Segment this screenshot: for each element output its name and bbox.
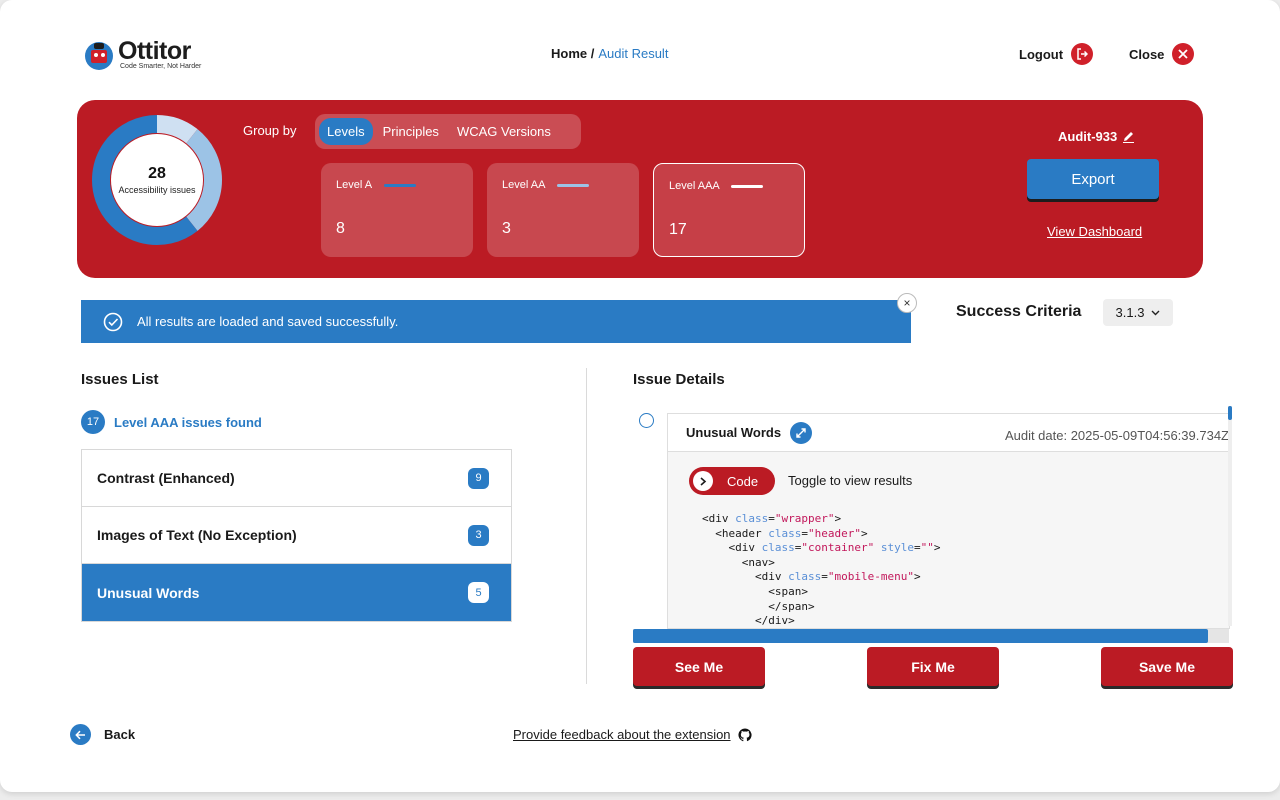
issues-found-count: 17 bbox=[81, 410, 105, 434]
expand-arrows-icon[interactable] bbox=[790, 421, 813, 444]
column-divider bbox=[586, 368, 587, 684]
level-card-aaa[interactable]: Level AAA 17 bbox=[653, 163, 805, 257]
tab-wcag-versions[interactable]: WCAG Versions bbox=[449, 118, 559, 145]
logout-button[interactable]: Logout bbox=[1019, 43, 1094, 65]
code-toggle[interactable]: Code bbox=[689, 467, 775, 495]
breadcrumb: Home / Audit Result bbox=[551, 46, 668, 61]
issue-item-contrast-enhanced[interactable]: Contrast (Enhanced) 9 bbox=[82, 450, 511, 507]
check-circle-icon bbox=[103, 312, 123, 331]
success-criteria-select[interactable]: 3.1.3 bbox=[1103, 299, 1173, 326]
code-line: <div class="mobile-menu"> bbox=[702, 570, 921, 584]
issue-detail-header: Unusual Words Audit date: 2025-05-09T04:… bbox=[668, 414, 1229, 452]
back-label: Back bbox=[104, 727, 136, 742]
level-indicator-bar bbox=[557, 184, 589, 187]
issue-item-label: Contrast (Enhanced) bbox=[97, 470, 235, 486]
code-line: </span> bbox=[702, 599, 815, 613]
level-card-a[interactable]: Level A 8 bbox=[321, 163, 473, 257]
logout-icon bbox=[1071, 43, 1094, 65]
issue-item-unusual-words[interactable]: Unusual Words 5 bbox=[82, 564, 511, 621]
summary-panel: 28 Accessibility issues Group by Levels … bbox=[77, 100, 1203, 278]
close-button[interactable]: Close bbox=[1129, 43, 1195, 65]
issues-found-text: Level AAA issues found bbox=[114, 414, 262, 430]
level-card-count: 8 bbox=[336, 220, 345, 237]
view-dashboard-link[interactable]: View Dashboard bbox=[1047, 224, 1142, 239]
success-alert: All results are loaded and saved success… bbox=[81, 300, 911, 343]
chevron-right-icon bbox=[693, 471, 713, 491]
chevron-down-icon bbox=[1151, 310, 1160, 315]
level-card-aa[interactable]: Level AA 3 bbox=[487, 163, 639, 257]
issue-item-count: 5 bbox=[468, 582, 489, 603]
level-card-count: 17 bbox=[669, 221, 687, 238]
logo-mascot-icon bbox=[82, 38, 116, 72]
feedback-text: Provide feedback about the extension bbox=[513, 727, 731, 742]
issue-item-count: 9 bbox=[468, 467, 489, 489]
level-card-title: Level AAA bbox=[669, 180, 720, 192]
issue-detail-body: Code Toggle to view results <div class="… bbox=[668, 452, 1229, 628]
code-snippet: <div class="wrapper"> <header class="hea… bbox=[702, 512, 941, 628]
audit-name[interactable]: Audit-933 bbox=[1058, 129, 1135, 144]
close-label: Close bbox=[1129, 46, 1165, 62]
vertical-scroll-thumb[interactable] bbox=[1228, 406, 1232, 420]
success-criteria-label: Success Criteria bbox=[956, 303, 1082, 320]
fix-me-button[interactable]: Fix Me bbox=[867, 647, 999, 686]
code-line: <div class="container" style=""> bbox=[702, 541, 941, 555]
issue-item-images-of-text[interactable]: Images of Text (No Exception) 3 bbox=[82, 507, 511, 564]
github-icon bbox=[737, 727, 752, 741]
total-issues-count: 28 bbox=[148, 165, 166, 182]
extension-window: Ottitor Code Smarter, Not Harder Home / A… bbox=[0, 0, 1280, 792]
issues-found-summary: 17 Level AAA issues found bbox=[81, 410, 262, 434]
total-issues-label: Accessibility issues bbox=[118, 185, 196, 195]
level-card-title: Level A bbox=[336, 179, 373, 191]
issues-list-title: Issues List bbox=[81, 371, 159, 388]
app-tagline: Code Smarter, Not Harder bbox=[120, 63, 202, 70]
tab-principles[interactable]: Principles bbox=[375, 118, 447, 145]
level-indicator-bar bbox=[731, 185, 763, 188]
horizontal-scrollbar[interactable] bbox=[633, 629, 1229, 643]
level-card-count: 3 bbox=[502, 220, 511, 237]
breadcrumb-home[interactable]: Home / bbox=[551, 46, 594, 61]
close-icon bbox=[1172, 43, 1195, 65]
alert-close-icon[interactable]: × bbox=[897, 293, 917, 313]
issue-select-radio[interactable] bbox=[639, 413, 654, 428]
pencil-icon[interactable] bbox=[1122, 130, 1135, 143]
issues-list: Contrast (Enhanced) 9 Images of Text (No… bbox=[81, 449, 512, 622]
donut-center: 28 Accessibility issues bbox=[91, 114, 223, 246]
group-by-tabs: Levels Principles WCAG Versions bbox=[315, 114, 581, 149]
app-logo: Ottitor Code Smarter, Not Harder bbox=[82, 36, 222, 74]
audit-name-text: Audit-933 bbox=[1058, 129, 1118, 144]
level-indicator-bar bbox=[384, 184, 416, 187]
tab-levels[interactable]: Levels bbox=[319, 118, 373, 145]
export-button[interactable]: Export bbox=[1027, 159, 1159, 199]
success-criteria-value: 3.1.3 bbox=[1115, 305, 1145, 320]
toggle-hint: Toggle to view results bbox=[788, 473, 913, 488]
code-line: <nav> bbox=[702, 555, 775, 569]
code-line: <div class="wrapper"> bbox=[702, 512, 842, 525]
horizontal-scroll-thumb[interactable] bbox=[633, 629, 1208, 643]
back-button[interactable]: Back bbox=[70, 724, 135, 745]
logout-label: Logout bbox=[1019, 46, 1064, 62]
arrow-left-icon bbox=[70, 724, 91, 745]
issue-item-label: Images of Text (No Exception) bbox=[97, 527, 297, 543]
code-line: </div> bbox=[702, 614, 795, 628]
code-toggle-label: Code bbox=[727, 473, 759, 489]
code-line: <header class="header"> bbox=[702, 526, 868, 540]
vertical-scrollbar[interactable] bbox=[1228, 406, 1232, 626]
issue-details-title: Issue Details bbox=[633, 371, 725, 388]
issue-item-count: 3 bbox=[468, 524, 489, 546]
app-name: Ottitor bbox=[118, 37, 191, 65]
save-me-button[interactable]: Save Me bbox=[1101, 647, 1233, 686]
issue-detail-title: Unusual Words bbox=[686, 425, 782, 440]
alert-message: All results are loaded and saved success… bbox=[137, 314, 399, 329]
breadcrumb-current: Audit Result bbox=[598, 46, 669, 61]
feedback-link[interactable]: Provide feedback about the extension bbox=[513, 727, 752, 742]
code-line: <span> bbox=[702, 584, 808, 598]
issue-item-label: Unusual Words bbox=[97, 584, 200, 601]
audit-date: Audit date: 2025-05-09T04:56:39.734Z bbox=[1004, 428, 1229, 443]
level-card-title: Level AA bbox=[502, 179, 546, 191]
issue-detail-card: Unusual Words Audit date: 2025-05-09T04:… bbox=[667, 413, 1230, 629]
group-by-label: Group by bbox=[243, 123, 297, 138]
see-me-button[interactable]: See Me bbox=[633, 647, 765, 686]
